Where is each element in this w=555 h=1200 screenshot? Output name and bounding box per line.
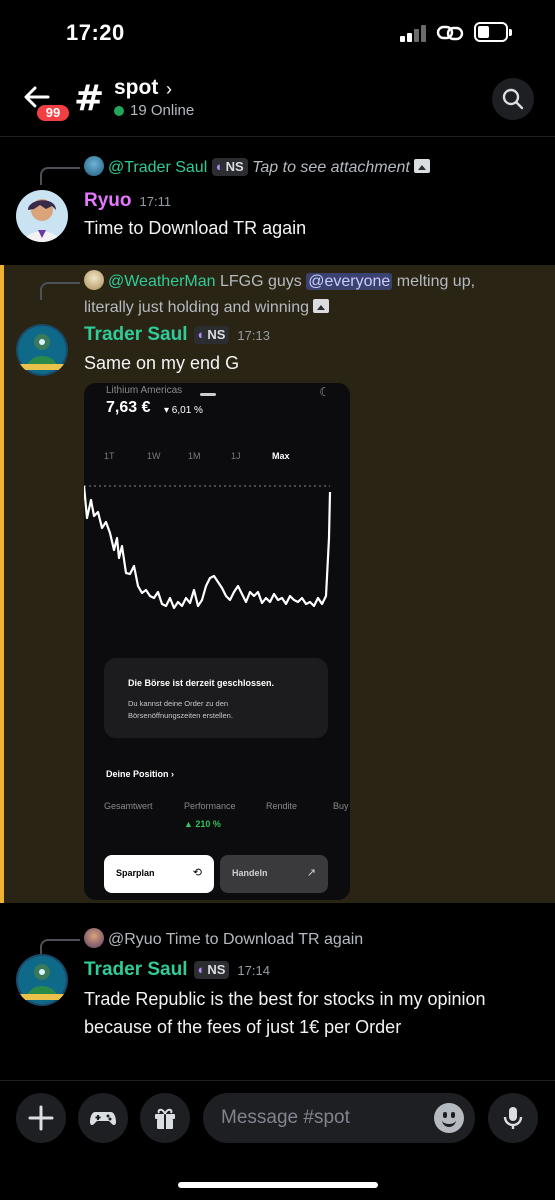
image-icon	[414, 159, 431, 173]
role-tag: ◐ NS	[211, 158, 248, 176]
online-dot-icon	[114, 106, 124, 116]
reply-connector	[40, 282, 80, 300]
reply-avatar	[84, 928, 104, 948]
online-count: 19 Online	[130, 102, 195, 119]
mention[interactable]: @everyone	[306, 273, 393, 290]
reply-avatar	[84, 270, 104, 290]
plus-icon	[28, 1105, 54, 1131]
message-text: Time to Download TR again	[84, 218, 307, 238]
emoji-icon[interactable]	[434, 1103, 464, 1133]
search-icon	[502, 88, 524, 110]
gift-icon	[155, 1108, 175, 1129]
notch	[200, 393, 216, 396]
notice-text: Du kannst deine Order zu den Börsenöffnu…	[128, 699, 233, 720]
reply-text-line2: literally just holding and winning	[84, 299, 310, 316]
avatar[interactable]	[16, 324, 68, 376]
reply-text: Tap to see attachment	[252, 159, 410, 176]
avatar[interactable]	[16, 190, 68, 242]
chevron-right-icon[interactable]: ›	[166, 79, 172, 100]
timestamp: 17:14	[237, 963, 270, 978]
stat-label: Rendite	[266, 801, 298, 811]
search-button[interactable]	[492, 78, 534, 120]
image-icon	[313, 299, 330, 313]
reply-preview[interactable]: @WeatherMan LFGG guys @everyone melting …	[84, 269, 475, 321]
range-tab: 1M	[188, 451, 201, 461]
status-bar: 17:20	[0, 0, 555, 66]
range-tab: 1J	[231, 451, 241, 461]
range-tab-selected: Max	[272, 451, 290, 461]
timestamp: 17:13	[237, 328, 270, 343]
reply-author: @Trader Saul	[108, 159, 208, 176]
moon-icon: ☾	[319, 385, 330, 399]
position-label: Deine Position ›	[106, 769, 175, 779]
gift-button[interactable]	[140, 1093, 190, 1143]
reply-text: Time to Download TR again	[165, 931, 364, 948]
trend-icon: ↗	[306, 867, 316, 879]
microphone-icon	[503, 1107, 523, 1129]
channel-header: 99 # spot › 19 Online	[0, 66, 555, 136]
message-author[interactable]: Trader Saul ◐ NS 17:13	[84, 324, 270, 346]
message-item[interactable]: @Ryuo Time to Download TR again Trader S…	[0, 922, 555, 1052]
unread-badge: 99	[34, 102, 72, 124]
notice-title: Die Börse ist derzeit geschlossen.	[128, 678, 275, 688]
role-tag: ◐ NS	[193, 326, 230, 344]
link-icon	[436, 25, 464, 41]
message-author[interactable]: Ryuo 17:11	[84, 190, 171, 212]
handeln-button: Handeln ↗	[220, 855, 328, 893]
range-tab: 1T	[104, 451, 115, 461]
refresh-icon: ⟲	[192, 867, 202, 879]
image-attachment[interactable]: Lithium Americas ☾ 7,63 € ▾ 6,01 % 1T 1W…	[84, 383, 350, 900]
hash-icon: #	[74, 78, 105, 119]
message-text: Trade Republic is the best for stocks in…	[84, 989, 486, 1037]
reply-preview[interactable]: @Ryuo Time to Download TR again	[84, 928, 363, 951]
range-tab: 1W	[147, 451, 161, 461]
voice-button[interactable]	[488, 1093, 538, 1143]
reply-connector	[40, 167, 80, 185]
asset-name: Lithium Americas	[106, 385, 183, 396]
stat-label: Performance	[184, 801, 236, 811]
moon-icon: ◐	[215, 159, 224, 174]
signal-icon	[400, 24, 428, 42]
stat-label: Buy	[333, 801, 349, 811]
price: 7,63 €	[106, 399, 151, 416]
message-author[interactable]: Trader Saul ◐ NS 17:14	[84, 959, 270, 981]
message-item[interactable]: @Trader Saul ◐ NS Tap to see attachment R…	[0, 150, 555, 250]
market-closed-notice: Die Börse ist derzeit geschlossen. Du ka…	[104, 658, 328, 738]
avatar[interactable]	[16, 954, 68, 1006]
reply-author: @WeatherMan	[108, 273, 216, 290]
stat-label: Gesamtwert	[104, 801, 153, 811]
timestamp: 17:11	[139, 194, 172, 209]
home-indicator[interactable]	[178, 1182, 378, 1188]
battery-icon	[474, 22, 512, 42]
moon-icon: ◐	[197, 327, 206, 342]
price-change: ▾ 6,01 %	[164, 405, 203, 416]
channel-name[interactable]: spot	[114, 76, 158, 100]
activities-button[interactable]	[78, 1093, 128, 1143]
message-text: Same on my end G	[84, 353, 240, 373]
gamepad-icon	[90, 1112, 116, 1126]
price-line-chart	[84, 485, 332, 610]
sparplan-button: Sparplan ⟲	[104, 855, 214, 893]
reply-text: melting up,	[396, 273, 476, 290]
status-time: 17:20	[66, 20, 125, 45]
performance-value: ▲ 210 %	[184, 819, 221, 829]
reply-author: @Ryuo	[108, 931, 162, 948]
header-divider	[0, 136, 555, 137]
reply-text: LFGG guys	[220, 273, 302, 290]
role-tag: ◐ NS	[193, 961, 230, 979]
add-button[interactable]	[16, 1093, 66, 1143]
reply-avatar	[84, 156, 104, 176]
composer-divider	[0, 1080, 555, 1081]
moon-icon: ◐	[197, 962, 206, 977]
reply-preview[interactable]: @Trader Saul ◐ NS Tap to see attachment	[84, 156, 431, 179]
